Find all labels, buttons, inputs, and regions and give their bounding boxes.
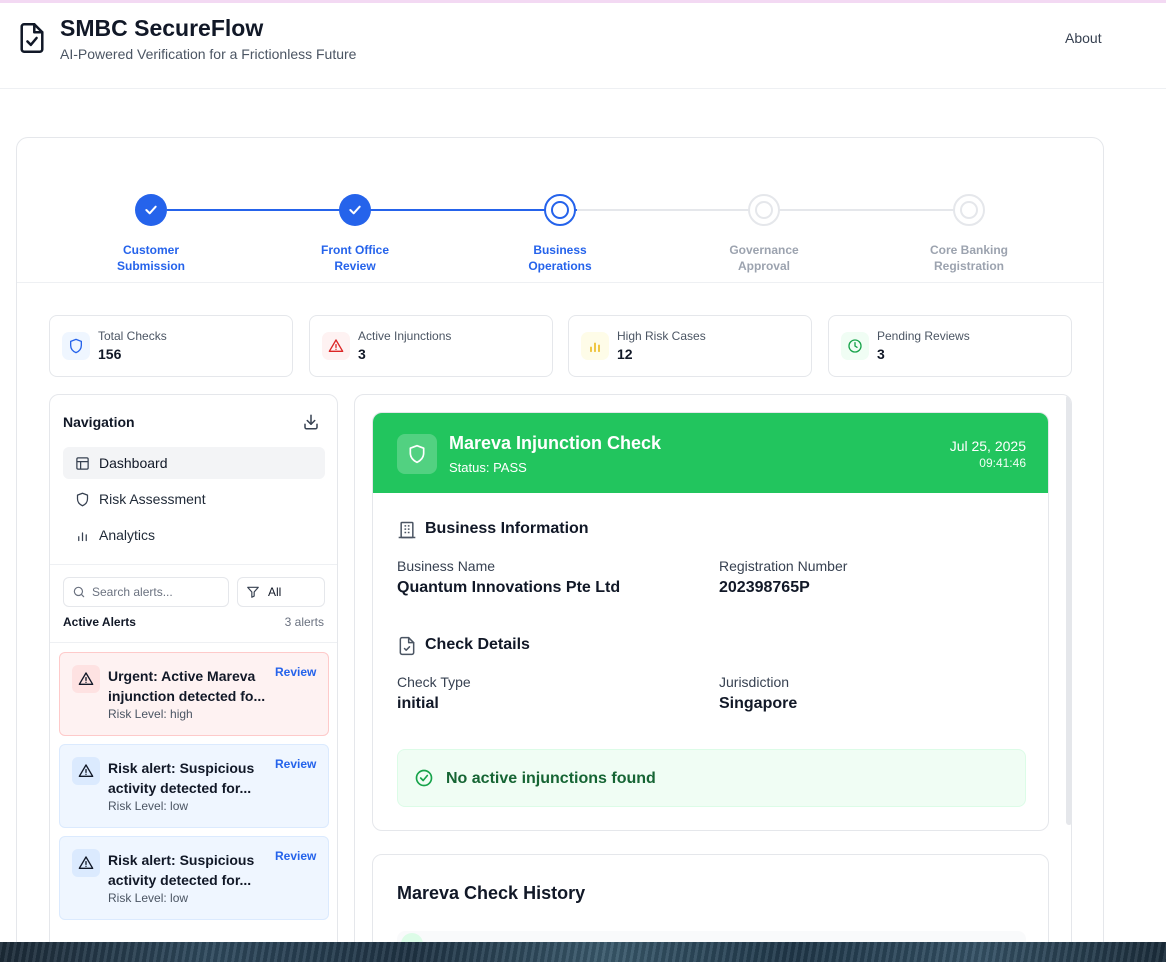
stat-label: Total Checks: [98, 329, 167, 343]
app-subtitle: AI-Powered Verification for a Frictionle…: [60, 46, 357, 62]
registration-number-value: 202398765P: [719, 579, 810, 596]
shield-icon: [76, 492, 89, 506]
alert-message: Risk alert: Suspicious activity detected…: [108, 852, 255, 888]
alert-item[interactable]: Risk alert: Suspicious activity detected…: [59, 744, 329, 828]
alerts-count: 3 alerts: [284, 615, 324, 629]
result-message: No active injunctions found: [446, 770, 656, 787]
history-title: Mareva Check History: [397, 883, 586, 903]
bar-chart-icon: [78, 531, 87, 541]
nav-item-label: Dashboard: [99, 455, 168, 471]
bar-chart-icon: [581, 332, 609, 360]
nav-divider: [50, 564, 337, 565]
alert-review-button[interactable]: Review: [275, 757, 316, 771]
scrollbar[interactable]: [1066, 395, 1071, 825]
check-icon: [349, 205, 361, 215]
search-icon: [73, 586, 85, 598]
step-4-label: Governance Approval: [729, 243, 799, 273]
stat-high-risk-cases: High Risk Cases 12: [568, 315, 812, 377]
step-5-circle: [953, 194, 985, 226]
clock-icon: [841, 332, 869, 360]
stepper-progress-line: [167, 209, 577, 211]
download-icon[interactable]: [302, 413, 320, 431]
business-info-heading: Business Information: [425, 520, 589, 537]
navigation-title: Navigation: [63, 414, 135, 430]
check-type-label: Check Type: [397, 674, 471, 690]
alert-triangle-icon: [72, 665, 100, 693]
main-content-panel: Mareva Injunction Check Status: PASS Jul…: [354, 394, 1072, 956]
building-icon: [398, 521, 416, 539]
step-4-circle: [748, 194, 780, 226]
navigation-panel: Navigation Dashboard Risk Assessment Ana…: [49, 394, 338, 956]
alert-review-button[interactable]: Review: [275, 849, 316, 863]
alert-triangle-icon: [72, 757, 100, 785]
check-header: Mareva Injunction Check Status: PASS Jul…: [373, 413, 1048, 493]
check-type-value: initial: [397, 695, 439, 712]
step-2-circle: [339, 194, 371, 226]
workflow-card: Customer Submission Front Office Review Bu…: [16, 137, 1104, 957]
alert-risk-level: Risk Level: low: [108, 799, 189, 813]
stat-value: 156: [98, 346, 122, 362]
check-time: 09:41:46: [979, 456, 1026, 470]
stat-value: 12: [617, 346, 633, 362]
stat-label: Active Injunctions: [358, 329, 452, 343]
mareva-check-card: Mareva Injunction Check Status: PASS Jul…: [372, 412, 1049, 831]
alert-triangle-icon: [322, 332, 350, 360]
stepper-divider: [17, 282, 1103, 283]
layout-icon: [76, 456, 89, 470]
stat-total-checks: Total Checks 156: [49, 315, 293, 377]
shield-icon: [397, 434, 437, 474]
alert-message: Risk alert: Suspicious activity detected…: [108, 760, 255, 796]
alert-triangle-icon: [72, 849, 100, 877]
jurisdiction-value: Singapore: [719, 695, 798, 712]
check-details-heading: Check Details: [425, 636, 530, 653]
about-link[interactable]: About: [1065, 30, 1102, 46]
nav-item-dashboard[interactable]: Dashboard: [63, 447, 325, 479]
step-2-label: Front Office Review: [321, 243, 389, 273]
file-check-icon: [399, 636, 415, 656]
step-5-label: Core Banking Registration: [929, 243, 1008, 273]
alert-message: Urgent: Active Mareva injunction detecte…: [108, 668, 266, 704]
check-title: Mareva Injunction Check: [449, 433, 662, 453]
search-input[interactable]: [92, 585, 220, 599]
alert-item[interactable]: Risk alert: Suspicious activity detected…: [59, 836, 329, 920]
alert-review-button[interactable]: Review: [275, 665, 316, 679]
nav-item-analytics[interactable]: Analytics: [63, 519, 325, 551]
nav-item-risk-assessment[interactable]: Risk Assessment: [63, 483, 325, 515]
alerts-heading: Active Alerts: [63, 615, 136, 629]
result-message-box: No active injunctions found: [397, 749, 1026, 807]
nav-item-label: Risk Assessment: [99, 491, 206, 507]
file-check-icon: [20, 23, 44, 53]
shield-icon: [62, 332, 90, 360]
check-icon: [145, 205, 157, 215]
stat-pending-reviews: Pending Reviews 3: [828, 315, 1072, 377]
desktop-background-strip: [0, 942, 1166, 962]
alert-risk-level: Risk Level: high: [108, 707, 193, 721]
alert-item[interactable]: Urgent: Active Mareva injunction detecte…: [59, 652, 329, 736]
filter-icon: [247, 586, 259, 598]
stat-value: 3: [877, 346, 885, 362]
check-date: Jul 25, 2025: [949, 438, 1026, 454]
alert-filter-select[interactable]: All: [237, 577, 325, 607]
stat-active-injunctions: Active Injunctions 3: [309, 315, 553, 377]
business-name-value: Quantum Innovations Pte Ltd: [397, 579, 621, 596]
check-circle-icon: [415, 769, 433, 787]
check-status: Status: PASS: [449, 460, 527, 475]
alert-search[interactable]: [63, 577, 229, 607]
app-title: SMBC SecureFlow: [60, 15, 264, 41]
nav-item-label: Analytics: [99, 527, 156, 543]
jurisdiction-label: Jurisdiction: [719, 674, 790, 690]
step-3-circle: [544, 194, 576, 226]
step-3-label: Business Operations: [528, 243, 592, 273]
alert-risk-level: Risk Level: low: [108, 891, 189, 905]
step-1-circle: [135, 194, 167, 226]
stat-label: Pending Reviews: [877, 329, 970, 343]
business-name-label: Business Name: [397, 558, 496, 574]
stat-value: 3: [358, 346, 366, 362]
stat-label: High Risk Cases: [617, 329, 706, 343]
filter-value: All: [268, 585, 282, 599]
registration-number-label: Registration Number: [719, 558, 848, 574]
app-header: SMBC SecureFlow AI-Powered Verification …: [0, 3, 1166, 89]
alerts-divider: [50, 642, 337, 643]
step-1-label: Customer Submission: [116, 243, 185, 273]
